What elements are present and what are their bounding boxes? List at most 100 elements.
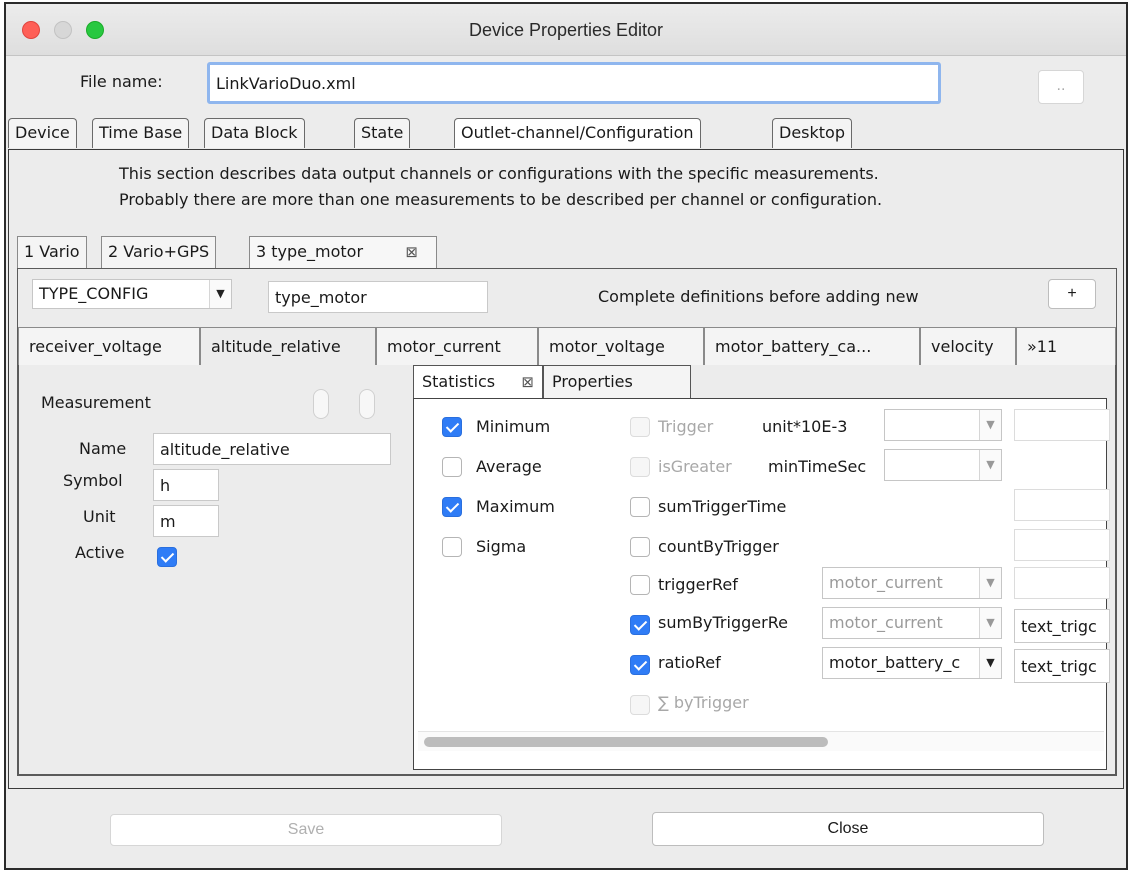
min-time-select[interactable]: ▼ (884, 449, 1002, 481)
sum-by-trigger-checkbox[interactable] (630, 695, 650, 715)
active-label: Active (75, 543, 125, 562)
tab-desktop[interactable]: Desktop (772, 118, 852, 148)
average-label: Average (476, 457, 542, 476)
move-down-button[interactable] (359, 389, 375, 419)
channel-type-select[interactable]: TYPE_CONFIG ▼ (32, 279, 232, 309)
sum-by-trigger-ref-checkbox[interactable] (630, 615, 650, 635)
channel-tab-label: 3 type_motor (256, 242, 364, 261)
chevron-down-icon: ▼ (979, 450, 1001, 480)
trigger-ref-text-input[interactable] (1014, 567, 1110, 599)
measurement-symbol-input[interactable]: h (153, 469, 219, 501)
ratio-ref-value: motor_battery_c (829, 653, 961, 672)
channel-name-input[interactable]: type_motor (268, 281, 488, 313)
minimum-checkbox[interactable] (442, 417, 462, 437)
tab-receiver-voltage[interactable]: receiver_voltage (18, 327, 200, 367)
stats-tab-bar: Statistics ⊠ Properties (413, 365, 1107, 401)
sum-trigger-time-label: sumTriggerTime (658, 497, 787, 516)
trigger-unit-select[interactable]: ▼ (884, 409, 1002, 441)
unit-label: Unit (83, 507, 116, 526)
tab-motor-voltage[interactable]: motor_voltage (538, 327, 704, 367)
average-checkbox[interactable] (442, 457, 462, 477)
active-checkbox[interactable] (157, 547, 177, 567)
trigger-ref-label: triggerRef (658, 575, 738, 594)
trigger-level-input[interactable] (1014, 409, 1110, 441)
sum-by-trigger-label: ∑ byTrigger (658, 693, 749, 712)
file-name-label: File name: (80, 72, 163, 91)
measurement-name-input[interactable]: altitude_relative (153, 433, 391, 465)
min-time-label: minTimeSec (768, 457, 867, 476)
ratio-ref-label: ratioRef (658, 653, 721, 672)
maximum-label: Maximum (476, 497, 555, 516)
tab-data-block[interactable]: Data Block (204, 118, 305, 148)
tab-overflow-more[interactable]: »11 (1016, 327, 1116, 367)
description-line-1: This section describes data output chann… (119, 164, 879, 183)
sum-by-trigger-ref-value: motor_current (829, 613, 943, 632)
is-greater-label: isGreater (658, 457, 732, 476)
trigger-ref-select[interactable]: motor_current ▼ (822, 567, 1002, 599)
save-button[interactable]: Save (110, 814, 502, 846)
count-by-trigger-checkbox[interactable] (630, 537, 650, 557)
tab-channel-2-vario-gps[interactable]: 2 Vario+GPS (101, 236, 217, 268)
file-name-input[interactable]: LinkVarioDuo.xml (207, 62, 941, 104)
tab-statistics[interactable]: Statistics ⊠ (413, 365, 543, 399)
unit-factor-label: unit*10E-3 (762, 417, 848, 436)
close-icon[interactable]: ⊠ (521, 366, 534, 398)
tab-time-base[interactable]: Time Base (92, 118, 190, 148)
scrollbar-thumb[interactable] (424, 737, 828, 747)
add-channel-button[interactable]: + (1048, 279, 1096, 309)
title-bar: Device Properties Editor (6, 4, 1126, 56)
tab-properties[interactable]: Properties (543, 365, 691, 399)
maximum-checkbox[interactable] (442, 497, 462, 517)
chevron-down-icon: ▼ (209, 280, 231, 308)
move-up-button[interactable] (313, 389, 329, 419)
tab-altitude-relative[interactable]: altitude_relative (200, 327, 376, 367)
measurement-unit-input[interactable]: m (153, 505, 219, 537)
tab-outlet-channel-configuration[interactable]: Outlet-channel/Configuration (454, 118, 701, 148)
chevron-down-icon: ▼ (979, 648, 1001, 678)
statistics-tab-label: Statistics (422, 372, 496, 391)
statistics-panel: Minimum Average Maximum Sigma Trigger un… (413, 398, 1110, 770)
sum-trigger-time-input[interactable] (1014, 489, 1110, 521)
sum-by-trigger-ref-select[interactable]: motor_current ▼ (822, 607, 1002, 639)
symbol-label: Symbol (63, 471, 123, 490)
chevron-down-icon: ▼ (979, 608, 1001, 638)
channel-panel: TYPE_CONFIG ▼ type_motor Complete defini… (17, 268, 1117, 776)
tab-device[interactable]: Device (8, 118, 77, 148)
close-button[interactable]: Close (652, 812, 1044, 846)
trigger-ref-checkbox[interactable] (630, 575, 650, 595)
trigger-ref-value: motor_current (829, 573, 943, 592)
browse-button[interactable]: .. (1038, 70, 1084, 104)
trigger-checkbox[interactable] (630, 417, 650, 437)
outlet-channel-panel: This section describes data output chann… (8, 149, 1124, 789)
count-by-trigger-input[interactable] (1014, 529, 1110, 561)
tab-motor-battery[interactable]: motor_battery_ca... (704, 327, 920, 367)
close-icon[interactable]: ⊠ (405, 237, 418, 267)
description-line-2: Probably there are more than one measure… (119, 190, 883, 209)
channel-hint-text: Complete definitions before adding new (598, 287, 919, 306)
measurement-tab-bar: receiver_voltage altitude_relative motor… (18, 327, 1116, 367)
sum-trigger-time-checkbox[interactable] (630, 497, 650, 517)
is-greater-checkbox[interactable] (630, 457, 650, 477)
measurement-header: Measurement (41, 393, 151, 412)
ratio-comment-input[interactable]: text_trigc (1014, 649, 1110, 683)
tab-state[interactable]: State (354, 118, 411, 148)
name-label: Name (79, 439, 127, 458)
minimum-label: Minimum (476, 417, 551, 436)
sigma-checkbox[interactable] (442, 537, 462, 557)
tab-channel-3-type-motor[interactable]: 3 type_motor ⊠ (249, 236, 437, 268)
sum-by-trigger-comment-input[interactable]: text_trigc (1014, 609, 1110, 643)
horizontal-scrollbar[interactable] (418, 731, 1104, 751)
measurement-panel: Measurement Name altitude_relative Symbo… (18, 365, 1116, 775)
tab-channel-1-vario[interactable]: 1 Vario (17, 236, 87, 268)
ratio-ref-select[interactable]: motor_battery_c ▼ (822, 647, 1002, 679)
device-properties-window: Device Properties Editor File name: Link… (4, 2, 1128, 870)
ratio-ref-checkbox[interactable] (630, 655, 650, 675)
channel-tab-bar: 1 Vario 2 Vario+GPS 3 type_motor ⊠ (17, 236, 1117, 270)
tab-velocity[interactable]: velocity (920, 327, 1016, 367)
channel-type-value: TYPE_CONFIG (39, 284, 149, 303)
chevron-down-icon: ▼ (979, 410, 1001, 440)
tab-motor-current[interactable]: motor_current (376, 327, 538, 367)
main-tab-bar: Device Time Base Data Block State Outlet… (8, 118, 1126, 150)
window-title: Device Properties Editor (468, 20, 664, 40)
count-by-trigger-label: countByTrigger (658, 537, 779, 556)
